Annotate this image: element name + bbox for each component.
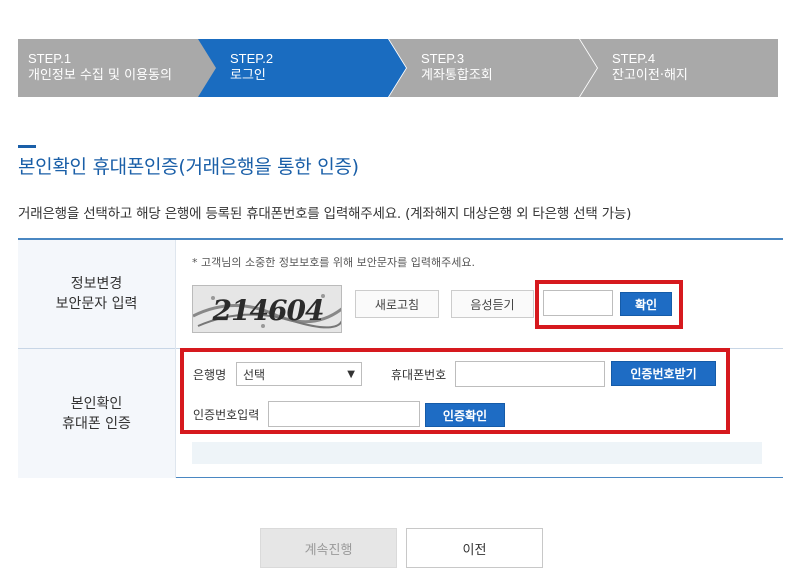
highlight-phone-auth [180, 348, 730, 434]
captcha-text: 214604 [212, 293, 325, 327]
step-2-label: 로그인 [230, 68, 266, 83]
step-1-number: STEP.1 [28, 51, 72, 66]
info-bar [192, 442, 762, 464]
step-2-number: STEP.2 [230, 51, 274, 66]
step-2: STEP.2 로그인 [198, 39, 408, 97]
captcha-image: 214604 [192, 285, 342, 333]
security-note: * 고객님의 소중한 정보보호를 위해 보안문자를 입력해주세요. [192, 256, 475, 269]
captcha-audio-button[interactable]: 음성듣기 [451, 290, 534, 318]
step-4: STEP.4 잔고이전·해지 [580, 39, 778, 97]
security-header: 정보변경 보안문자 입력 [18, 240, 175, 348]
security-header-line1: 정보변경 [70, 276, 123, 292]
phone-auth-header-line1: 본인확인 [70, 395, 123, 412]
step-progress: STEP.1 개인정보 수집 및 이용동의 STEP.2 로그인 STEP.3 … [18, 39, 778, 97]
previous-button[interactable]: 이전 [406, 528, 543, 568]
title-accent-bar [18, 145, 36, 148]
continue-button[interactable]: 계속진행 [260, 528, 397, 568]
step-1-label: 개인정보 수집 및 이용동의 [28, 68, 172, 83]
phone-auth-header-line2: 휴대폰 인증 [62, 415, 131, 432]
step-3: STEP.3 계좌통합조회 [389, 39, 599, 97]
step-4-number: STEP.4 [612, 51, 656, 66]
highlight-captcha-input [535, 280, 683, 329]
step-3-number: STEP.3 [421, 51, 465, 66]
column-divider [175, 240, 176, 478]
step-3-label: 계좌통합조회 [421, 68, 493, 83]
step-1: STEP.1 개인정보 수집 및 이용동의 [18, 39, 218, 97]
captcha-refresh-button[interactable]: 새로고침 [355, 290, 439, 318]
phone-auth-header: 본인확인 휴대폰 인증 [18, 349, 175, 478]
step-4-label: 잔고이전·해지 [612, 68, 688, 83]
page-title: 본인확인 휴대폰인증(거래은행을 통한 인증) [18, 156, 359, 178]
page-description: 거래은행을 선택하고 해당 은행에 등록된 휴대폰번호를 입력해주세요. (계좌… [18, 206, 632, 222]
security-header-line2: 보안문자 입력 [55, 296, 138, 312]
